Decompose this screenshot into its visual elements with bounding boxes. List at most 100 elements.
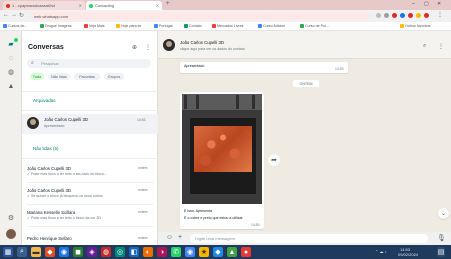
app-icon[interactable]: ◉ <box>59 247 69 257</box>
contact-avatar-face <box>166 41 172 47</box>
extension-icon[interactable] <box>416 13 421 18</box>
status-icon[interactable]: ◌ <box>7 54 15 62</box>
maximize-button[interactable]: ▢ <box>424 1 429 7</box>
browser-tab-active[interactable]: Contacting ✕ <box>86 1 162 10</box>
app-icon[interactable]: ★ <box>199 247 209 257</box>
microphone-icon[interactable]: 🎙︎ <box>437 234 446 242</box>
search-chat-icon[interactable]: ⌕ <box>423 43 426 50</box>
chat-preview: ✓ Se quiser o bloco já bloqueou os seus … <box>27 194 103 198</box>
browser-menu-icon[interactable]: ⋮ <box>437 11 443 18</box>
chat-time: ontem <box>138 188 148 192</box>
menu-dots-icon[interactable]: ⋮ <box>145 44 151 51</box>
app-icon[interactable]: ◆ <box>45 247 55 257</box>
settings-gear-icon[interactable]: ⚙ <box>7 214 15 222</box>
chrome-taskbar-icon[interactable]: ◉ <box>185 247 195 257</box>
app-icon[interactable]: ▲ <box>227 247 237 257</box>
divider <box>27 204 153 205</box>
bookmark-item[interactable]: Mercados Livres <box>212 24 243 28</box>
extension-icon[interactable] <box>408 13 413 18</box>
address-bar[interactable]: web.whatsapp.com <box>30 12 370 20</box>
new-chat-icon[interactable]: ⊕ <box>132 44 137 51</box>
start-windows-icon[interactable]: ▦ <box>3 247 13 257</box>
message-time: 14:53 <box>335 67 344 71</box>
chat-menu-icon[interactable]: ⋮ <box>438 43 444 50</box>
bookmark-item[interactable]: Cursos de... <box>3 24 27 28</box>
channels-icon[interactable]: ◍ <box>7 68 15 76</box>
browser-tab[interactable]: 1 - cpapeacsdcaasat2sd ✕ <box>3 1 85 10</box>
app-icon[interactable]: ◼ <box>73 247 83 257</box>
divider <box>27 226 153 227</box>
filter-tab-favorites[interactable]: Favoritas <box>74 73 100 80</box>
forward-icon[interactable]: ➦ <box>268 154 280 166</box>
close-tab-icon[interactable]: ✕ <box>154 3 159 8</box>
tray-icons[interactable]: ⌃ ☁ ♪ <box>375 249 387 254</box>
search-placeholder: Pesquisar <box>41 61 59 66</box>
bookmark-item[interactable]: Drugue Imagens <box>40 24 72 28</box>
profile-avatar[interactable] <box>6 229 16 239</box>
app-icon[interactable]: ◧ <box>129 247 139 257</box>
extension-icon[interactable] <box>400 13 405 18</box>
search-taskbar-icon[interactable]: ⌕ <box>17 247 27 257</box>
minimize-button[interactable]: – <box>412 1 415 7</box>
communities-icon[interactable]: ▲ <box>7 82 15 90</box>
conversation-header[interactable] <box>158 31 451 59</box>
close-window-button[interactable]: ✕ <box>437 1 441 7</box>
tab-favicon-icon <box>6 3 10 8</box>
close-tab-icon[interactable]: ✕ <box>77 3 82 8</box>
file-explorer-icon[interactable]: ▬ <box>31 247 41 257</box>
reload-icon[interactable]: ↻ <box>19 12 24 19</box>
bookmark-icon <box>300 24 304 28</box>
attach-plus-icon[interactable]: + <box>178 234 182 241</box>
unread-dot-icon <box>14 38 18 42</box>
search-input[interactable]: Pesquisar <box>27 59 151 68</box>
filter-tab-unread[interactable]: Não lidas <box>48 73 70 80</box>
notification-icon[interactable]: ▤ <box>437 247 445 257</box>
divider <box>22 158 158 159</box>
image-caption-secondary: É o cobre e preto que estou a utilizar <box>184 216 243 220</box>
app-icon[interactable]: ◐ <box>143 247 153 257</box>
chat-name: João Carlos Cupelli 3D <box>27 188 71 193</box>
bookmark-label: Cursos de... <box>8 24 28 28</box>
filter-tab-groups[interactable]: Grupos <box>104 73 124 80</box>
bookmark-label: Outros favoritos <box>405 24 431 28</box>
profile-avatar-icon[interactable] <box>424 13 429 18</box>
emoji-icon[interactable]: ☺ <box>166 234 173 241</box>
message-input[interactable]: Digite uma mensagem <box>190 234 428 243</box>
chat-time: ontem <box>138 166 148 170</box>
scroll-down-chevron-icon[interactable]: ⌄ <box>438 208 449 219</box>
bookmark-item[interactable]: Veja Mais <box>84 24 105 28</box>
bookmark-label: Contato <box>189 24 202 28</box>
bookmark-label: Curso de Pol... <box>305 24 329 28</box>
chat-name: Pedro Henrique Sellaro <box>27 236 72 241</box>
bookmark-item[interactable]: Contato <box>184 24 202 28</box>
bookmark-label: Portugal <box>159 24 173 28</box>
bookmark-icon <box>184 24 188 28</box>
app-icon[interactable]: ◎ <box>115 247 125 257</box>
app-icon[interactable]: ◑ <box>157 247 167 257</box>
whatsapp-taskbar-icon[interactable]: ✆ <box>171 247 181 257</box>
bookmark-item[interactable]: Hoje para ler <box>116 24 142 28</box>
extension-icon[interactable] <box>384 13 389 18</box>
filter-tab-all[interactable]: Tudo <box>30 73 44 80</box>
app-icon[interactable]: ◆ <box>213 247 223 257</box>
bookmark-label: Hoje para ler <box>121 24 142 28</box>
archived-link[interactable]: Arquivadas <box>33 98 56 103</box>
chat-time: ontem <box>138 210 148 214</box>
bookmark-icon <box>154 24 158 28</box>
extension-icon[interactable] <box>376 13 381 18</box>
bookmark-item[interactable]: Outros favoritos <box>400 24 430 28</box>
bookmark-item[interactable]: Curso Adicion <box>258 24 285 28</box>
search-icon: ⌕ <box>31 60 34 66</box>
bookmark-item[interactable]: Portugal <box>154 24 172 28</box>
back-arrow-icon[interactable]: ← <box>3 12 9 18</box>
bookmark-item[interactable]: Curso de Pol... <box>300 24 329 28</box>
app-icon[interactable]: ◍ <box>101 247 111 257</box>
app-icon[interactable]: ● <box>241 247 251 257</box>
forward-arrow-icon[interactable]: → <box>11 12 17 18</box>
new-tab-button[interactable]: + <box>166 1 170 7</box>
image-caption: É isso. Apresenta <box>184 209 212 213</box>
app-icon[interactable]: ◈ <box>87 247 97 257</box>
extension-icon[interactable] <box>392 13 397 18</box>
message-text: Apresentado <box>184 64 205 68</box>
unread-section-link[interactable]: Não lidas (5) <box>33 146 59 151</box>
